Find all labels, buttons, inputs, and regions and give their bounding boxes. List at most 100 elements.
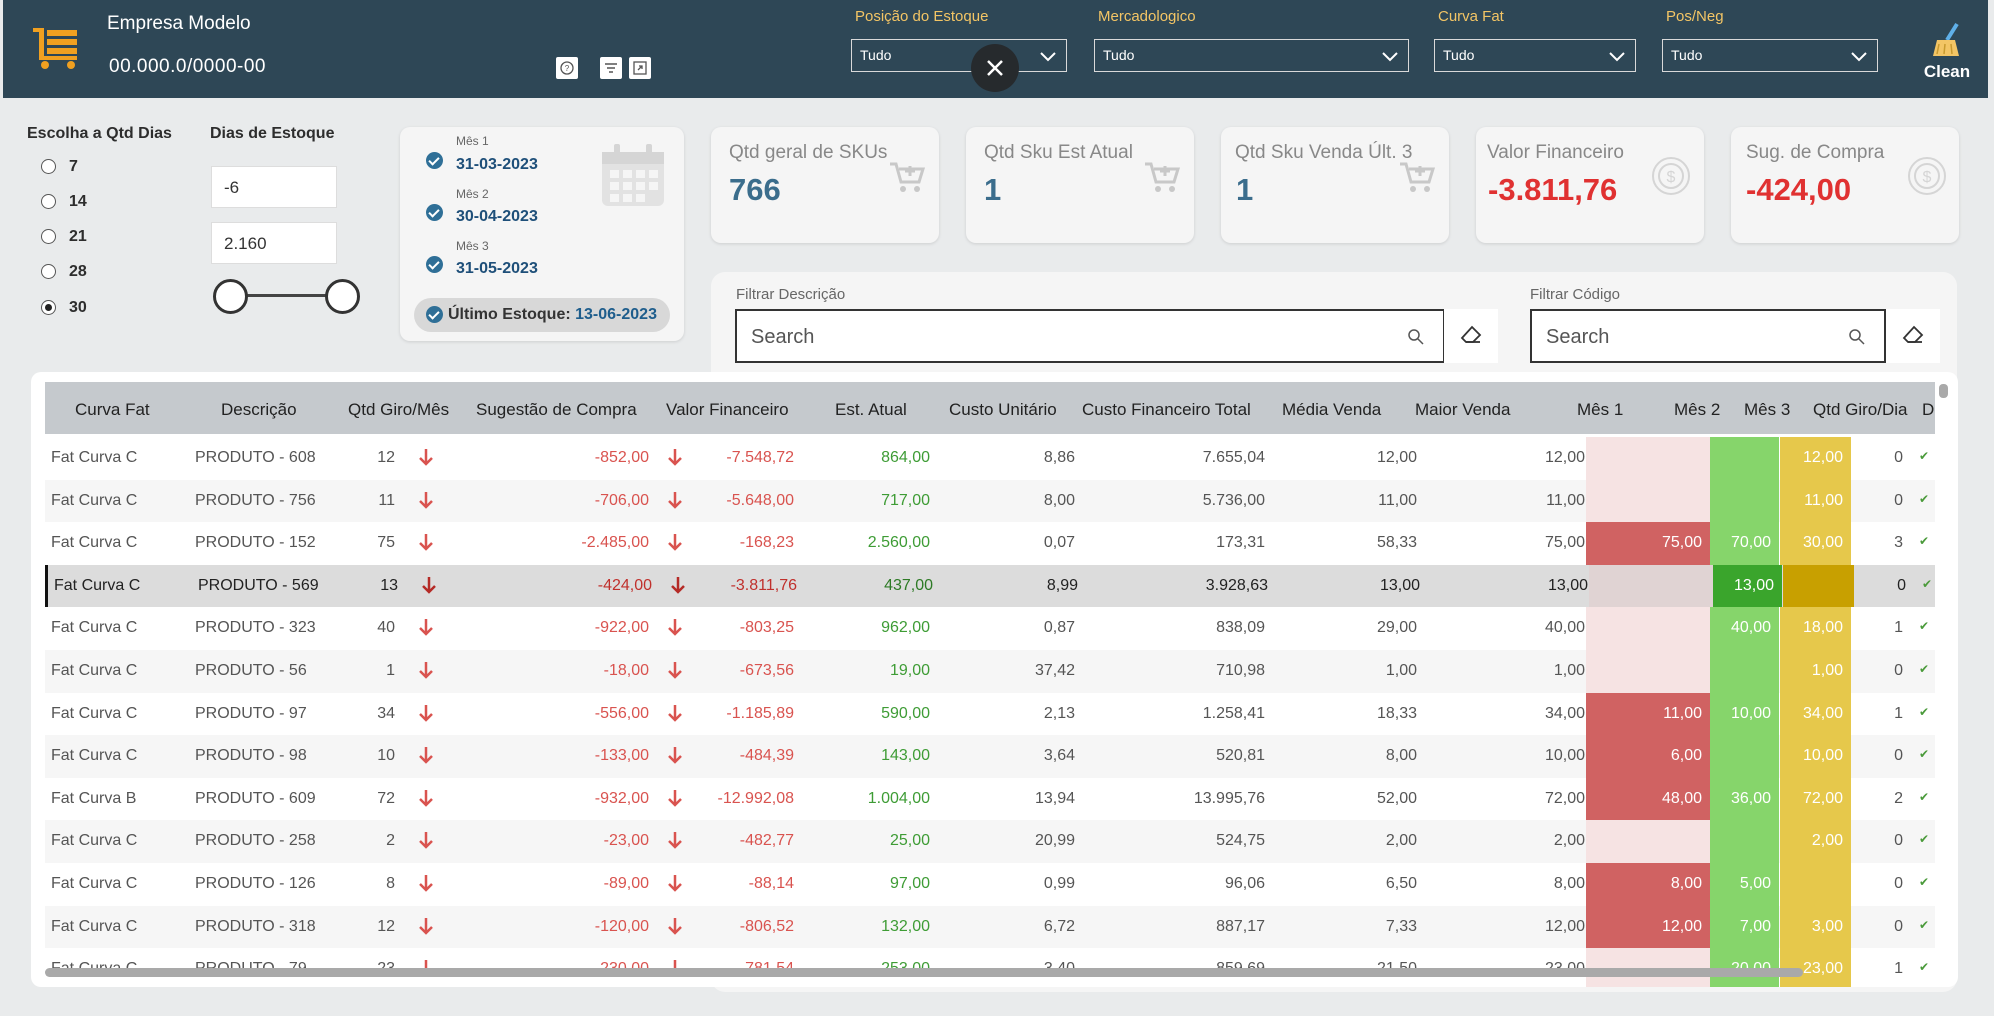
arrow-down-icon bbox=[666, 617, 684, 642]
cell-valor-financeiro: -482,77 bbox=[739, 832, 794, 850]
cell-media-venda: 7,33 bbox=[1385, 917, 1417, 935]
table-row[interactable]: Fat Curva C PRODUTO - 97 34 -556,00 -1.185,8… bbox=[45, 692, 1935, 736]
cell-sugestao-compra: -706,00 bbox=[594, 491, 649, 509]
radio-14[interactable] bbox=[41, 194, 56, 209]
cell-mes-3 bbox=[1783, 564, 1854, 608]
cell-est-atual: 25,00 bbox=[889, 832, 930, 850]
col-descricao[interactable]: Descrição bbox=[221, 400, 297, 420]
estoque-table: Curva Fat Descrição Qtd Giro/Mês Sugestã… bbox=[31, 372, 1958, 987]
cell-curva-fat: Fat Curva B bbox=[51, 789, 137, 807]
dias-slider-min-handle[interactable] bbox=[213, 279, 248, 314]
cell-custo-unitario: 8,99 bbox=[1046, 576, 1078, 594]
cell-qtd-giro-dia: 3 bbox=[1894, 534, 1903, 552]
table-row[interactable]: Fat Curva C PRODUTO - 152 75 -2.485,00 -168,… bbox=[45, 522, 1935, 565]
cell-qtd-giro-dia: 0 bbox=[1894, 832, 1903, 850]
col-d[interactable]: D bbox=[1922, 400, 1934, 420]
table-row[interactable]: Fat Curva B PRODUTO - 609 72 -932,00 -12.992… bbox=[45, 777, 1935, 821]
cart-icon bbox=[1145, 162, 1181, 192]
col-qtd-giro-dia[interactable]: Qtd Giro/Dia bbox=[1813, 400, 1907, 420]
col-custo-financeiro-total[interactable]: Custo Financeiro Total bbox=[1082, 400, 1251, 420]
help-icon[interactable]: ? bbox=[556, 57, 578, 79]
col-curva-fat[interactable]: Curva Fat bbox=[75, 400, 150, 420]
col-sugestao-compra[interactable]: Sugestão de Compra bbox=[476, 400, 637, 420]
col-qtd-giro-mes[interactable]: Qtd Giro/Mês bbox=[348, 400, 449, 420]
cell-est-atual: 1.004,00 bbox=[867, 789, 930, 807]
arrow-down-icon bbox=[666, 703, 684, 728]
col-valor-financeiro[interactable]: Valor Financeiro bbox=[666, 400, 789, 420]
cell-mes-3: 72,00 bbox=[1780, 777, 1851, 821]
radio-28[interactable] bbox=[41, 264, 56, 279]
dias-slider-max-handle[interactable] bbox=[325, 279, 360, 314]
cell-qtd-giro-dia: 1 bbox=[1894, 704, 1903, 722]
cell-est-atual: 717,00 bbox=[881, 491, 930, 509]
cell-custo-unitario: 20,99 bbox=[1034, 832, 1075, 850]
clear-codigo-button[interactable] bbox=[1886, 309, 1940, 363]
table-row[interactable]: Fat Curva C PRODUTO - 56 1 -18,00 -673,56 19,… bbox=[45, 650, 1935, 693]
table-row[interactable]: Fat Curva C PRODUTO - 756 11 -706,00 -5.648,… bbox=[45, 479, 1935, 523]
arrow-down-icon bbox=[666, 660, 684, 685]
col-maior-venda[interactable]: Maior Venda bbox=[1415, 400, 1510, 420]
radio-7[interactable] bbox=[41, 159, 56, 174]
cell-curva-fat: Fat Curva C bbox=[51, 832, 138, 850]
filter-icon[interactable] bbox=[600, 57, 622, 79]
dias-min-input[interactable]: -6 bbox=[211, 166, 337, 208]
cell-mes-2: 7,00 bbox=[1710, 905, 1779, 949]
arrow-down-icon bbox=[417, 660, 435, 685]
cell-media-venda: 12,00 bbox=[1376, 449, 1417, 466]
cell-qtd-giro-mes: 13 bbox=[380, 576, 398, 594]
focus-mode-icon[interactable] bbox=[629, 57, 651, 79]
cell-qtd-giro-mes: 2 bbox=[386, 832, 395, 850]
cell-mes-3: 10,00 bbox=[1780, 735, 1851, 778]
col-mes-2[interactable]: Mês 2 bbox=[1674, 400, 1720, 420]
ultimo-estoque-date: 13-06-2023 bbox=[575, 306, 657, 323]
qtd-dias-title: Escolha a Qtd Dias bbox=[27, 125, 172, 142]
kpi-venda-title: Qtd Sku Venda Últ. 3 bbox=[1235, 142, 1413, 163]
arrow-down-icon bbox=[666, 532, 684, 557]
cell-mes-1: 8,00 bbox=[1586, 863, 1710, 906]
cell-qtd-giro-mes: 10 bbox=[377, 747, 395, 765]
table-row[interactable]: Fat Curva C PRODUTO - 608 12 -852,00 -7.548,… bbox=[45, 437, 1935, 480]
cell-qtd-giro-mes: 12 bbox=[377, 917, 395, 935]
codigo-search-input[interactable]: Search bbox=[1530, 309, 1886, 363]
table-row[interactable]: Fat Curva C PRODUTO - 569 13 -424,00 -3.811,… bbox=[45, 564, 1935, 608]
radio-30[interactable] bbox=[41, 300, 56, 315]
cell-curva-fat: Fat Curva C bbox=[51, 619, 138, 637]
mes2-label: Mês 2 bbox=[456, 187, 489, 201]
col-mes-3[interactable]: Mês 3 bbox=[1744, 400, 1790, 420]
pos-neg-dropdown[interactable]: Tudo bbox=[1662, 39, 1878, 72]
table-row[interactable]: Fat Curva C PRODUTO - 258 2 -23,00 -482,77 25… bbox=[45, 820, 1935, 863]
table-row[interactable]: Fat Curva C PRODUTO - 318 12 -120,00 -806,52… bbox=[45, 905, 1935, 949]
posicao-estoque-dropdown[interactable]: Tudo bbox=[851, 39, 1067, 72]
table-row[interactable]: Fat Curva C PRODUTO - 323 40 -922,00 -803,25… bbox=[45, 607, 1935, 650]
col-est-atual[interactable]: Est. Atual bbox=[835, 400, 907, 420]
cell-est-atual: 590,00 bbox=[881, 704, 930, 722]
col-mes-1[interactable]: Mês 1 bbox=[1577, 400, 1623, 420]
horizontal-scrollbar[interactable] bbox=[45, 968, 1803, 977]
kpi-valor-title: Valor Financeiro bbox=[1487, 142, 1624, 163]
radio-label-14: 14 bbox=[69, 193, 87, 210]
cell-sugestao-compra: -133,00 bbox=[594, 747, 649, 765]
cell-mes-2: 5,00 bbox=[1710, 863, 1779, 906]
vertical-scrollbar[interactable] bbox=[1939, 384, 1948, 398]
table-row[interactable]: Fat Curva C PRODUTO - 98 10 -133,00 -484,39 1… bbox=[45, 735, 1935, 778]
cell-sugestao-compra: -852,00 bbox=[594, 449, 649, 466]
close-button[interactable] bbox=[971, 44, 1019, 92]
filtrar-descricao-label: Filtrar Descrição bbox=[736, 286, 846, 303]
descricao-search-input[interactable]: Search bbox=[735, 309, 1445, 363]
col-media-venda[interactable]: Média Venda bbox=[1282, 400, 1381, 420]
col-custo-unitario[interactable]: Custo Unitário bbox=[949, 400, 1057, 420]
kpi-valor-value: -3.811,76 bbox=[1488, 172, 1618, 207]
arrow-down-icon bbox=[417, 830, 435, 855]
radio-21[interactable] bbox=[41, 229, 56, 244]
arrow-down-icon bbox=[417, 490, 435, 515]
mes3-check-icon bbox=[426, 256, 443, 273]
cell-valor-financeiro: -88,14 bbox=[748, 875, 794, 892]
cell-custo-unitario: 2,13 bbox=[1043, 704, 1075, 722]
dias-max-input[interactable]: 2.160 bbox=[211, 222, 337, 264]
clean-button[interactable]: Clean bbox=[1917, 22, 1977, 84]
cell-valor-financeiro: -673,56 bbox=[739, 662, 794, 679]
clear-descricao-button[interactable] bbox=[1444, 309, 1498, 363]
curva-fat-dropdown[interactable]: Tudo bbox=[1434, 39, 1636, 72]
table-row[interactable]: Fat Curva C PRODUTO - 126 8 -89,00 -88,14 97,… bbox=[45, 863, 1935, 906]
mercadologico-dropdown[interactable]: Tudo bbox=[1094, 39, 1409, 72]
